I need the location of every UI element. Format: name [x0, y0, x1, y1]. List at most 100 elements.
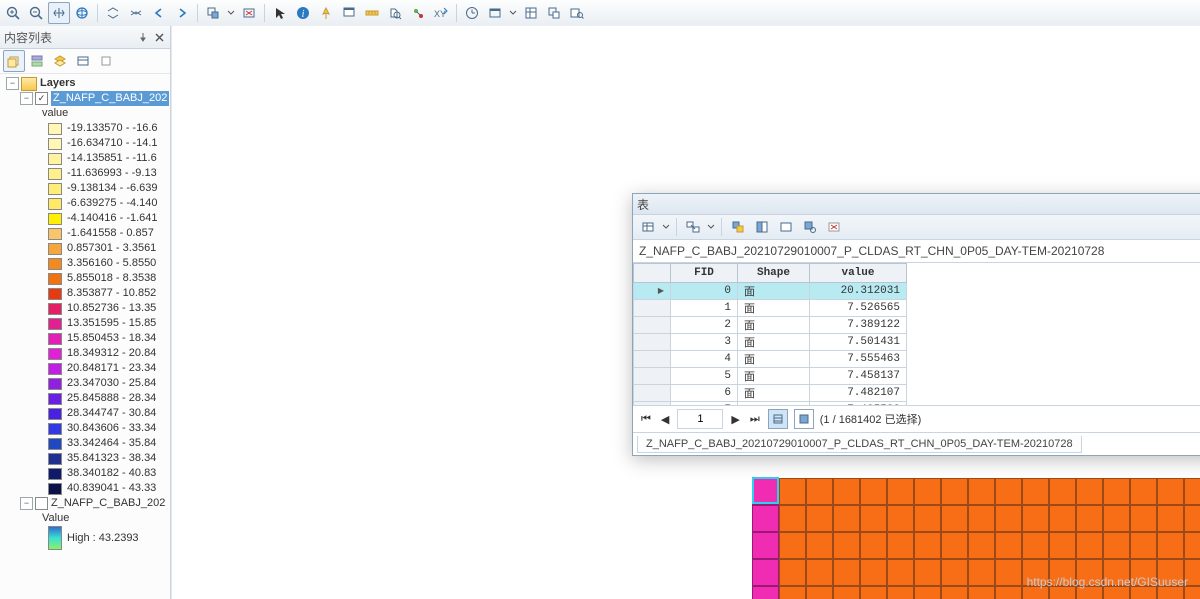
legend-label: 35.841323 - 38.34	[67, 451, 156, 466]
col-shape[interactable]: Shape	[738, 264, 810, 283]
next-record-icon[interactable]: ▶	[729, 413, 741, 426]
legend-label: -14.135851 - -11.6	[67, 151, 157, 166]
legend-swatch	[48, 423, 62, 435]
select-features-icon[interactable]	[202, 2, 224, 24]
forward-extent-icon[interactable]	[171, 2, 193, 24]
viewer-dropdown-icon[interactable]	[507, 2, 519, 24]
legend-label: 25.845888 - 28.34	[67, 391, 156, 406]
attr-pager: ⏮ ◀ ▶ ⏭ (1 / 1681402 已选择)	[633, 405, 1200, 432]
collapse-icon[interactable]: −	[6, 77, 19, 90]
goto-xy-icon[interactable]: XY	[430, 2, 452, 24]
delete-selected-icon[interactable]	[823, 216, 845, 238]
fixed-zoom-in-icon[interactable]	[102, 2, 124, 24]
collapse-icon[interactable]: −	[20, 497, 33, 510]
legend-label: -6.639275 - -4.140	[67, 196, 158, 211]
legend-label: -16.634710 - -14.1	[67, 136, 158, 151]
identify-icon[interactable]: i	[292, 2, 314, 24]
table-row[interactable]: 3面7.501431	[634, 334, 907, 351]
map-view[interactable]: https://blog.csdn.net/GISuuser 表	[171, 26, 1200, 599]
first-record-icon[interactable]: ⏮	[639, 413, 653, 426]
hyperlink-icon[interactable]	[315, 2, 337, 24]
layer-name-selected[interactable]: Z_NAFP_C_BABJ_202	[51, 91, 169, 106]
table-options-icon[interactable]	[637, 216, 659, 238]
dataframe-icon	[21, 77, 37, 91]
layer-name[interactable]: Z_NAFP_C_BABJ_202	[51, 496, 165, 511]
legend-swatch	[48, 243, 62, 255]
table-row[interactable]: 2面7.389122	[634, 317, 907, 334]
toc-header: 内容列表	[0, 26, 170, 49]
legend-swatch	[48, 348, 62, 360]
table-row[interactable]: 5面7.458137	[634, 368, 907, 385]
legend-swatch	[48, 213, 62, 225]
layer-checkbox[interactable]	[35, 497, 48, 510]
html-popup-icon[interactable]	[338, 2, 360, 24]
clear-selection-icon[interactable]	[238, 2, 260, 24]
last-record-icon[interactable]: ⏭	[748, 413, 762, 426]
table-row[interactable]: 0面20.312031	[634, 283, 907, 300]
select-by-attributes-icon[interactable]	[727, 216, 749, 238]
legend-label: -1.641558 - 0.857	[67, 226, 154, 241]
col-fid[interactable]: FID	[671, 264, 738, 283]
attribute-grid[interactable]: FID Shape value 0面20.3120311面7.5265652面7…	[633, 263, 907, 405]
attr-window-title: 表	[637, 196, 649, 213]
watermark: https://blog.csdn.net/GISuuser	[1027, 575, 1188, 589]
legend-swatch	[48, 258, 62, 270]
attr-tab[interactable]: Z_NAFP_C_BABJ_20210729010007_P_CLDAS_RT_…	[637, 436, 1082, 453]
search-window-icon[interactable]	[566, 2, 588, 24]
full-extent-icon[interactable]	[71, 2, 93, 24]
attr-layer-name: Z_NAFP_C_BABJ_20210729010007_P_CLDAS_RT_…	[639, 244, 1104, 258]
list-by-visibility-icon[interactable]	[49, 50, 71, 72]
svg-text:i: i	[302, 9, 305, 20]
zoom-selected-icon[interactable]	[799, 216, 821, 238]
list-by-drawing-order-icon[interactable]	[3, 50, 25, 72]
back-extent-icon[interactable]	[148, 2, 170, 24]
list-by-source-icon[interactable]	[26, 50, 48, 72]
attr-titlebar[interactable]: 表	[633, 194, 1200, 215]
dropdown-icon[interactable]	[661, 216, 671, 238]
options-icon[interactable]	[95, 50, 117, 72]
layer-checkbox[interactable]: ✓	[35, 92, 48, 105]
legend-swatch	[48, 453, 62, 465]
show-all-records-icon[interactable]	[768, 409, 788, 429]
pan-icon[interactable]	[48, 2, 70, 24]
attr-tabs: Z_NAFP_C_BABJ_20210729010007_P_CLDAS_RT_…	[633, 432, 1200, 455]
table-row[interactable]: 6面7.482107	[634, 385, 907, 402]
col-value[interactable]: value	[810, 264, 907, 283]
legend-label: 23.347030 - 25.84	[67, 376, 156, 391]
dropdown-icon[interactable]	[706, 216, 716, 238]
legend-label: 28.344747 - 30.84	[67, 406, 156, 421]
show-selected-records-icon[interactable]	[794, 409, 814, 429]
catalog-window-icon[interactable]	[543, 2, 565, 24]
pointer-icon[interactable]	[269, 2, 291, 24]
table-window-icon[interactable]	[520, 2, 542, 24]
legend-swatch	[48, 363, 62, 375]
list-by-selection-icon[interactable]	[72, 50, 94, 72]
zoom-out-icon[interactable]	[25, 2, 47, 24]
collapse-icon[interactable]: −	[20, 92, 33, 105]
find-route-icon[interactable]	[407, 2, 429, 24]
close-icon[interactable]	[152, 30, 166, 44]
switch-selection-icon[interactable]	[751, 216, 773, 238]
pin-icon[interactable]	[136, 30, 150, 44]
table-row[interactable]: 1面7.526565	[634, 300, 907, 317]
clear-selection-icon[interactable]	[775, 216, 797, 238]
find-icon[interactable]	[384, 2, 406, 24]
legend-swatch	[48, 123, 62, 135]
value-label: Value	[42, 511, 69, 526]
current-record-input[interactable]	[677, 409, 723, 429]
toc-tree[interactable]: −Layers −✓Z_NAFP_C_BABJ_202 value -19.13…	[0, 74, 170, 599]
legend-label: 10.852736 - 13.35	[67, 301, 156, 316]
legend-swatch	[48, 303, 62, 315]
legend-swatch	[48, 228, 62, 240]
legend-label: 30.843606 - 33.34	[67, 421, 156, 436]
measure-icon[interactable]	[361, 2, 383, 24]
fixed-zoom-out-icon[interactable]	[125, 2, 147, 24]
legend-swatch	[48, 378, 62, 390]
select-dropdown-icon[interactable]	[225, 2, 237, 24]
related-tables-icon[interactable]	[682, 216, 704, 238]
zoom-in-icon[interactable]	[2, 2, 24, 24]
prev-record-icon[interactable]: ◀	[659, 413, 671, 426]
create-viewer-icon[interactable]	[484, 2, 506, 24]
table-row[interactable]: 4面7.555463	[634, 351, 907, 368]
time-slider-icon[interactable]	[461, 2, 483, 24]
